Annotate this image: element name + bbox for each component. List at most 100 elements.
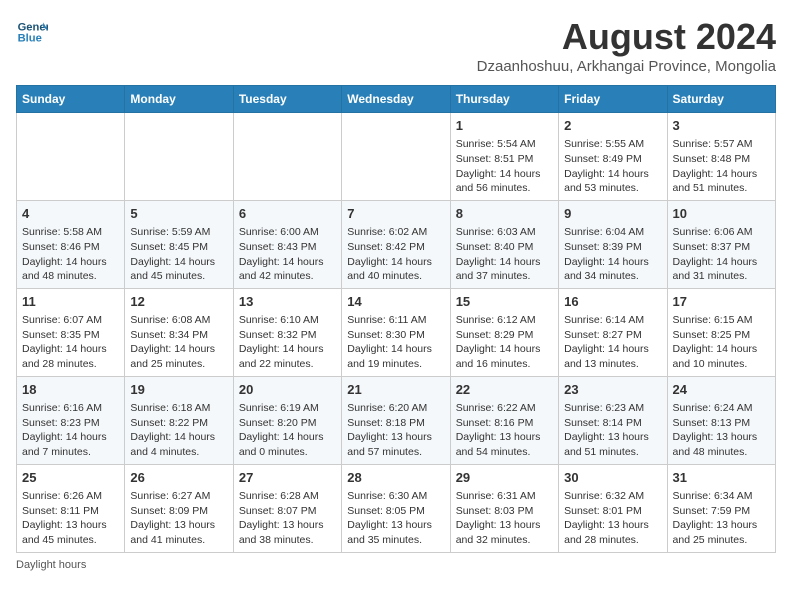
logo-icon: General Blue bbox=[16, 16, 48, 48]
day-number: 31 bbox=[673, 469, 770, 487]
day-header-saturday: Saturday bbox=[667, 86, 775, 113]
calendar-cell: 18 Sunrise: 6:16 AM Sunset: 8:23 PM Dayli… bbox=[17, 376, 125, 464]
day-info: Sunrise: 6:10 AM Sunset: 8:32 PM Dayligh… bbox=[239, 313, 336, 372]
day-number: 14 bbox=[347, 293, 444, 311]
day-info: Sunrise: 6:28 AM Sunset: 8:07 PM Dayligh… bbox=[239, 489, 336, 548]
calendar-cell: 31Sunrise: 6:34 AM Sunset: 7:59 PM Dayli… bbox=[667, 464, 775, 552]
day-number: 23 bbox=[564, 381, 661, 399]
day-info: Sunrise: 5:59 AM Sunset: 8:45 PM Dayligh… bbox=[130, 225, 227, 284]
month-title: August 2024 bbox=[477, 16, 776, 58]
day-info: Sunrise: 6:31 AM Sunset: 8:03 PM Dayligh… bbox=[456, 489, 553, 548]
calendar-body: 1 Sunrise: 5:54 AM Sunset: 8:51 PM Daylig… bbox=[17, 113, 776, 553]
calendar-cell: 23 Sunrise: 6:23 AM Sunset: 8:14 PM Dayli… bbox=[559, 376, 667, 464]
calendar-cell: 7Sunrise: 6:02 AM Sunset: 8:42 PM Daylig… bbox=[342, 200, 450, 288]
day-number: 6 bbox=[239, 205, 336, 223]
calendar-cell: 14 Sunrise: 6:11 AM Sunset: 8:30 PM Dayli… bbox=[342, 288, 450, 376]
calendar-cell: 22Sunrise: 6:22 AM Sunset: 8:16 PM Dayli… bbox=[450, 376, 558, 464]
day-header-wednesday: Wednesday bbox=[342, 86, 450, 113]
day-info: Sunrise: 6:03 AM Sunset: 8:40 PM Dayligh… bbox=[456, 225, 553, 284]
day-info: Sunrise: 5:58 AM Sunset: 8:46 PM Dayligh… bbox=[22, 225, 119, 284]
week-row-4: 18 Sunrise: 6:16 AM Sunset: 8:23 PM Dayli… bbox=[17, 376, 776, 464]
day-info: Sunrise: 6:30 AM Sunset: 8:05 PM Dayligh… bbox=[347, 489, 444, 548]
day-number: 3 bbox=[673, 117, 770, 135]
day-info: Sunrise: 6:19 AM Sunset: 8:20 PM Dayligh… bbox=[239, 401, 336, 460]
calendar-cell: 10Sunrise: 6:06 AM Sunset: 8:37 PM Dayli… bbox=[667, 200, 775, 288]
footer-note: Daylight hours bbox=[16, 559, 776, 571]
day-number: 21 bbox=[347, 381, 444, 399]
day-number: 30 bbox=[564, 469, 661, 487]
calendar-cell bbox=[233, 113, 341, 201]
day-number: 11 bbox=[22, 293, 119, 311]
day-number: 8 bbox=[456, 205, 553, 223]
calendar-cell: 16Sunrise: 6:14 AM Sunset: 8:27 PM Dayli… bbox=[559, 288, 667, 376]
day-number: 4 bbox=[22, 205, 119, 223]
day-number: 12 bbox=[130, 293, 227, 311]
logo: General Blue bbox=[16, 16, 48, 48]
subtitle: Dzaanhoshuu, Arkhangai Province, Mongoli… bbox=[477, 58, 776, 75]
title-area: August 2024 Dzaanhoshuu, Arkhangai Provi… bbox=[477, 16, 776, 75]
calendar-cell: 28 Sunrise: 6:30 AM Sunset: 8:05 PM Dayli… bbox=[342, 464, 450, 552]
day-info: Sunrise: 6:07 AM Sunset: 8:35 PM Dayligh… bbox=[22, 313, 119, 372]
calendar-cell: 24 Sunrise: 6:24 AM Sunset: 8:13 PM Dayli… bbox=[667, 376, 775, 464]
day-number: 28 bbox=[347, 469, 444, 487]
calendar-cell: 5 Sunrise: 5:59 AM Sunset: 8:45 PM Daylig… bbox=[125, 200, 233, 288]
day-number: 13 bbox=[239, 293, 336, 311]
daylight-hours-label: Daylight hours bbox=[16, 559, 86, 571]
calendar-cell bbox=[125, 113, 233, 201]
calendar-cell: 17 Sunrise: 6:15 AM Sunset: 8:25 PM Dayli… bbox=[667, 288, 775, 376]
header: General Blue August 2024 Dzaanhoshuu, Ar… bbox=[16, 16, 776, 75]
calendar-cell: 27Sunrise: 6:28 AM Sunset: 8:07 PM Dayli… bbox=[233, 464, 341, 552]
day-number: 22 bbox=[456, 381, 553, 399]
day-info: Sunrise: 6:16 AM Sunset: 8:23 PM Dayligh… bbox=[22, 401, 119, 460]
day-number: 1 bbox=[456, 117, 553, 135]
day-number: 29 bbox=[456, 469, 553, 487]
calendar-cell bbox=[342, 113, 450, 201]
day-info: Sunrise: 6:12 AM Sunset: 8:29 PM Dayligh… bbox=[456, 313, 553, 372]
day-header-tuesday: Tuesday bbox=[233, 86, 341, 113]
day-info: Sunrise: 6:32 AM Sunset: 8:01 PM Dayligh… bbox=[564, 489, 661, 548]
calendar-cell: 13 Sunrise: 6:10 AM Sunset: 8:32 PM Dayli… bbox=[233, 288, 341, 376]
day-info: Sunrise: 6:27 AM Sunset: 8:09 PM Dayligh… bbox=[130, 489, 227, 548]
day-header-sunday: Sunday bbox=[17, 86, 125, 113]
calendar-cell: 25Sunrise: 6:26 AM Sunset: 8:11 PM Dayli… bbox=[17, 464, 125, 552]
day-info: Sunrise: 5:55 AM Sunset: 8:49 PM Dayligh… bbox=[564, 137, 661, 196]
day-number: 15 bbox=[456, 293, 553, 311]
calendar-header: SundayMondayTuesdayWednesdayThursdayFrid… bbox=[17, 86, 776, 113]
day-header-thursday: Thursday bbox=[450, 86, 558, 113]
day-number: 10 bbox=[673, 205, 770, 223]
day-info: Sunrise: 5:57 AM Sunset: 8:48 PM Dayligh… bbox=[673, 137, 770, 196]
day-number: 9 bbox=[564, 205, 661, 223]
calendar-cell: 8 Sunrise: 6:03 AM Sunset: 8:40 PM Daylig… bbox=[450, 200, 558, 288]
day-info: Sunrise: 6:11 AM Sunset: 8:30 PM Dayligh… bbox=[347, 313, 444, 372]
day-number: 18 bbox=[22, 381, 119, 399]
day-number: 7 bbox=[347, 205, 444, 223]
day-info: Sunrise: 6:04 AM Sunset: 8:39 PM Dayligh… bbox=[564, 225, 661, 284]
calendar-cell: 20Sunrise: 6:19 AM Sunset: 8:20 PM Dayli… bbox=[233, 376, 341, 464]
day-number: 26 bbox=[130, 469, 227, 487]
day-info: Sunrise: 6:26 AM Sunset: 8:11 PM Dayligh… bbox=[22, 489, 119, 548]
svg-text:Blue: Blue bbox=[18, 33, 42, 45]
day-info: Sunrise: 6:23 AM Sunset: 8:14 PM Dayligh… bbox=[564, 401, 661, 460]
day-number: 24 bbox=[673, 381, 770, 399]
calendar-table: SundayMondayTuesdayWednesdayThursdayFrid… bbox=[16, 85, 776, 553]
day-header-monday: Monday bbox=[125, 86, 233, 113]
calendar-cell: 19Sunrise: 6:18 AM Sunset: 8:22 PM Dayli… bbox=[125, 376, 233, 464]
calendar-cell: 26 Sunrise: 6:27 AM Sunset: 8:09 PM Dayli… bbox=[125, 464, 233, 552]
day-info: Sunrise: 6:20 AM Sunset: 8:18 PM Dayligh… bbox=[347, 401, 444, 460]
day-info: Sunrise: 6:24 AM Sunset: 8:13 PM Dayligh… bbox=[673, 401, 770, 460]
calendar-cell: 30 Sunrise: 6:32 AM Sunset: 8:01 PM Dayli… bbox=[559, 464, 667, 552]
day-info: Sunrise: 6:15 AM Sunset: 8:25 PM Dayligh… bbox=[673, 313, 770, 372]
week-row-3: 11 Sunrise: 6:07 AM Sunset: 8:35 PM Dayli… bbox=[17, 288, 776, 376]
day-number: 2 bbox=[564, 117, 661, 135]
week-row-2: 4 Sunrise: 5:58 AM Sunset: 8:46 PM Daylig… bbox=[17, 200, 776, 288]
calendar-cell: 9 Sunrise: 6:04 AM Sunset: 8:39 PM Daylig… bbox=[559, 200, 667, 288]
calendar-cell: 11 Sunrise: 6:07 AM Sunset: 8:35 PM Dayli… bbox=[17, 288, 125, 376]
day-number: 5 bbox=[130, 205, 227, 223]
day-number: 17 bbox=[673, 293, 770, 311]
calendar-cell: 1 Sunrise: 5:54 AM Sunset: 8:51 PM Daylig… bbox=[450, 113, 558, 201]
calendar-cell: 2 Sunrise: 5:55 AM Sunset: 8:49 PM Daylig… bbox=[559, 113, 667, 201]
calendar-cell bbox=[17, 113, 125, 201]
day-info: Sunrise: 6:08 AM Sunset: 8:34 PM Dayligh… bbox=[130, 313, 227, 372]
day-info: Sunrise: 5:54 AM Sunset: 8:51 PM Dayligh… bbox=[456, 137, 553, 196]
day-number: 19 bbox=[130, 381, 227, 399]
